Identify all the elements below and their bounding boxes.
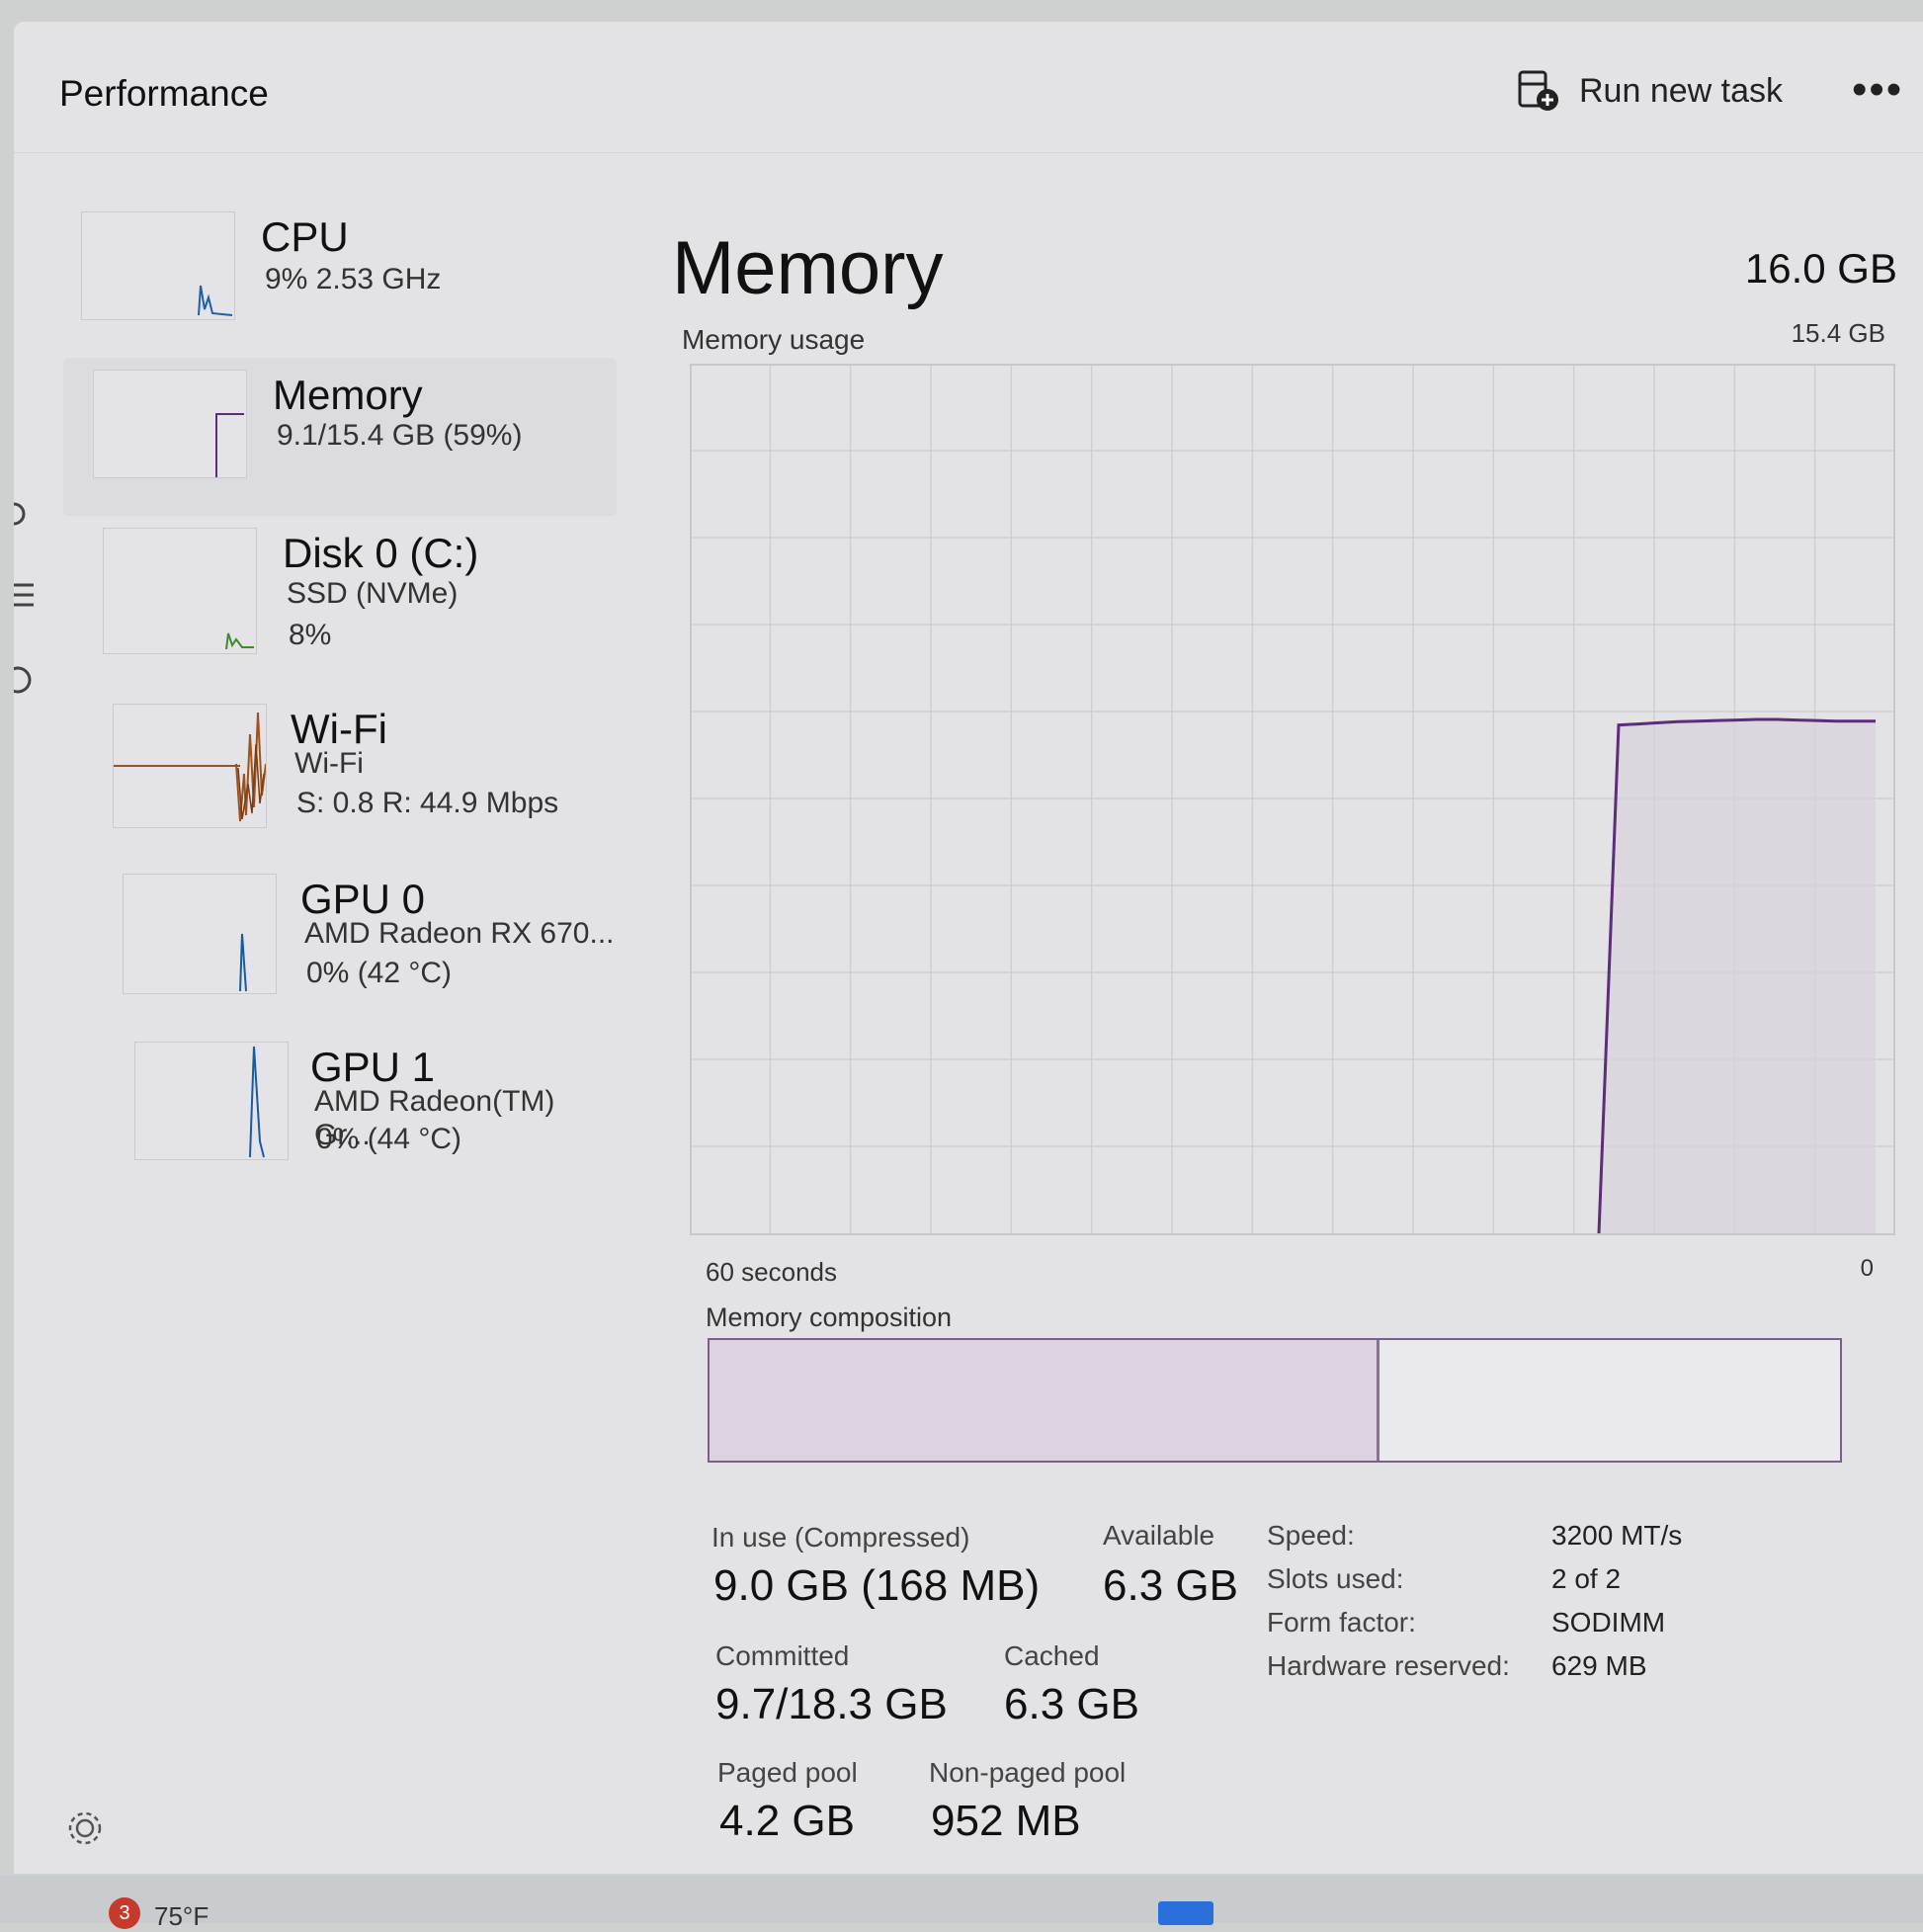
spec-form-label: Form factor: <box>1267 1607 1416 1638</box>
memory-composition-label: Memory composition <box>706 1302 953 1332</box>
memory-thumbnail <box>93 370 247 478</box>
cpu-sparkline-icon <box>198 285 233 316</box>
sidebar-item-gpu0[interactable]: GPU 0 AMD Radeon RX 670... 0% (42 °C) <box>63 862 617 1030</box>
spec-slots-value: 2 of 2 <box>1551 1563 1622 1594</box>
spec-reserved-label: Hardware reserved: <box>1267 1650 1510 1681</box>
memory-in-use-segment <box>710 1340 1380 1461</box>
memory-usage-label: Memory usage <box>682 324 866 355</box>
gpu0-sparkline-icon <box>239 933 247 992</box>
spec-speed-value: 3200 MT/s <box>1551 1520 1683 1551</box>
spec-reserved-value: 629 MB <box>1551 1650 1647 1681</box>
sidebar-item-detail-2: 0% (44 °C) <box>316 1123 462 1155</box>
paged-pool-label: Paged pool <box>717 1757 858 1788</box>
sidebar-item-label: Wi-Fi <box>291 706 387 752</box>
cached-label: Cached <box>1004 1640 1100 1671</box>
graph-x-right: 0 <box>1860 1255 1874 1282</box>
sidebar-item-gpu1[interactable]: GPU 1 AMD Radeon(TM) Gr... 0% (44 °C) <box>63 1030 617 1198</box>
sidebar-item-detail: SSD (NVMe) <box>287 577 459 610</box>
sidebar: CPU 9% 2.53 GHz Memory 9.1/15.4 GB (59%)… <box>63 200 617 1198</box>
memory-usage-max: 15.4 GB <box>1791 318 1885 348</box>
sidebar-item-label: GPU 0 <box>300 876 426 922</box>
disk-thumbnail <box>103 528 257 654</box>
available-value: 6.3 GB <box>1103 1561 1238 1610</box>
spec-slots-label: Slots used: <box>1267 1563 1404 1594</box>
paged-pool-value: 4.2 GB <box>719 1797 855 1845</box>
run-new-task-button[interactable]: Run new task <box>1516 61 1783 121</box>
graph-x-left: 60 seconds <box>706 1257 837 1287</box>
spec-speed-label: Speed: <box>1267 1520 1355 1551</box>
sidebar-item-detail: AMD Radeon RX 670... <box>304 917 615 950</box>
task-manager-window: Performance Run new task ••• CPU 9% 2.53… <box>2 22 1923 1874</box>
sidebar-item-wifi[interactable]: Wi-Fi Wi-Fi S: 0.8 R: 44.9 Mbps <box>63 692 617 862</box>
memory-panel: Memory 16.0 GB Memory usage 15.4 GB 60 s… <box>646 170 1901 1850</box>
memory-usage-graph <box>690 364 1895 1235</box>
sidebar-item-cpu[interactable]: CPU 9% 2.53 GHz <box>63 200 617 358</box>
disk-sparkline-icon <box>225 632 254 650</box>
weather-temp[interactable]: 75°F <box>154 1901 209 1932</box>
memory-sparkline-icon <box>215 413 244 477</box>
sidebar-item-detail-2: S: 0.8 R: 44.9 Mbps <box>296 787 559 819</box>
weather-badge[interactable]: 3 <box>109 1897 140 1929</box>
cached-value: 6.3 GB <box>1004 1680 1139 1728</box>
usage-area <box>1599 719 1876 1233</box>
more-options-icon[interactable]: ••• <box>1852 65 1903 115</box>
nonpaged-pool-value: 952 MB <box>931 1797 1081 1845</box>
sidebar-item-disk[interactable]: Disk 0 (C:) SSD (NVMe) 8% <box>63 516 617 692</box>
sidebar-item-label: CPU <box>261 213 349 260</box>
settings-gear-icon[interactable] <box>65 1808 105 1848</box>
memory-composition-bar <box>708 1338 1842 1463</box>
sidebar-item-detail-2: 8% <box>289 619 332 651</box>
sidebar-item-detail: Wi-Fi <box>294 747 364 780</box>
wifi-sparkline-icon <box>114 712 267 822</box>
gpu1-thumbnail <box>134 1042 289 1160</box>
page-title: Performance <box>59 73 269 114</box>
run-new-task-label: Run new task <box>1579 71 1783 110</box>
gpu0-thumbnail <box>123 874 277 994</box>
memory-total: 16.0 GB <box>1744 245 1897 292</box>
nonpaged-pool-label: Non-paged pool <box>929 1757 1127 1788</box>
start-button-icon[interactable] <box>1158 1901 1213 1925</box>
header: Performance Run new task ••• <box>14 22 1923 153</box>
taskbar: 3 75°F <box>0 1876 1923 1931</box>
sidebar-item-memory[interactable]: Memory 9.1/15.4 GB (59%) <box>63 358 617 516</box>
sidebar-item-label: Memory <box>273 372 423 418</box>
committed-value: 9.7/18.3 GB <box>715 1680 948 1728</box>
gpu1-sparkline-icon <box>249 1046 265 1158</box>
sidebar-item-detail-2: 0% (42 °C) <box>306 957 453 989</box>
nav-icons <box>2 502 34 694</box>
available-label: Available <box>1103 1520 1215 1551</box>
run-task-icon <box>1518 70 1558 111</box>
sidebar-item-detail: 9.1/15.4 GB (59%) <box>277 419 523 452</box>
sidebar-item-label: GPU 1 <box>310 1044 436 1090</box>
in-use-value: 9.0 GB (168 MB) <box>713 1561 1041 1610</box>
spec-form-value: SODIMM <box>1551 1607 1666 1638</box>
cpu-thumbnail <box>81 211 235 320</box>
wifi-thumbnail <box>113 704 267 828</box>
memory-title: Memory <box>672 226 944 310</box>
sidebar-item-detail: 9% 2.53 GHz <box>265 263 442 295</box>
sidebar-item-label: Disk 0 (C:) <box>283 530 479 576</box>
in-use-label: In use (Compressed) <box>711 1522 970 1553</box>
committed-label: Committed <box>715 1640 850 1671</box>
